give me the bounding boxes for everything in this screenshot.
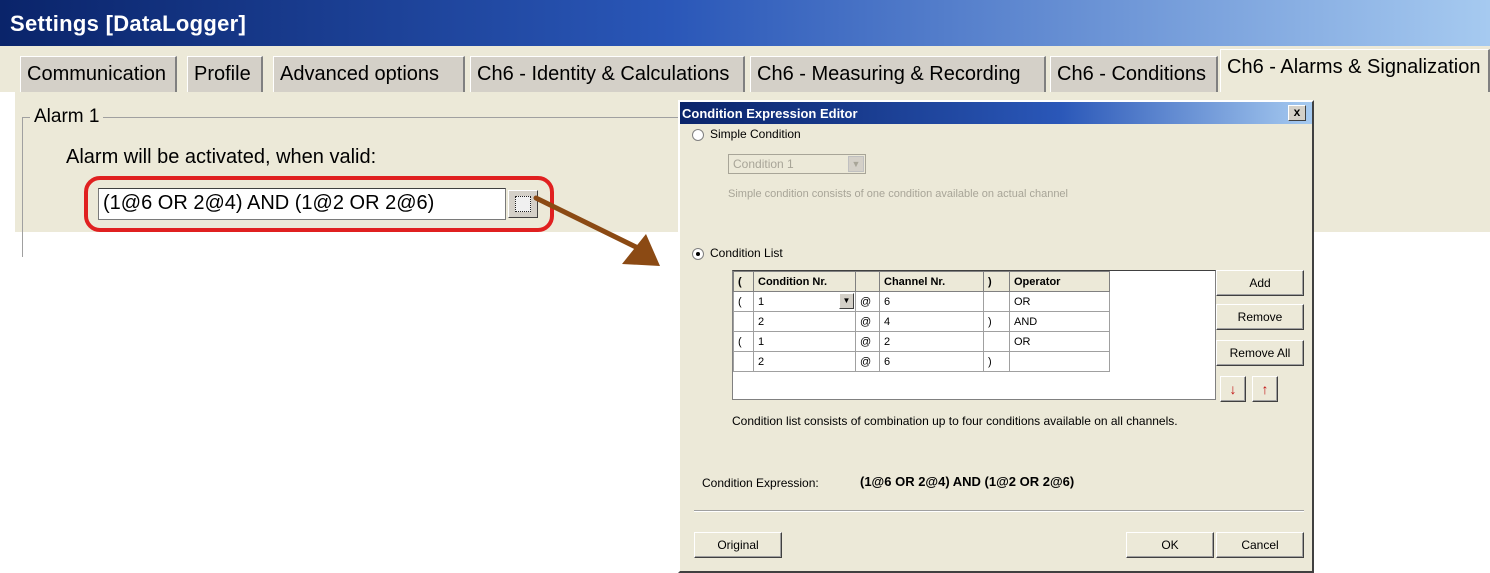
cell-channel-nr[interactable]: 4 bbox=[879, 311, 984, 332]
cell-channel-nr[interactable]: 6 bbox=[879, 291, 984, 312]
chevron-down-icon[interactable]: ▼ bbox=[839, 293, 854, 309]
simple-condition-label: Simple Condition bbox=[710, 127, 801, 141]
simple-condition-combo[interactable]: Condition 1 ▼ bbox=[728, 154, 866, 174]
alarm-activation-label: Alarm will be activated, when valid: bbox=[66, 146, 377, 168]
condition-list-label: Condition List bbox=[710, 246, 783, 260]
cell-at: @ bbox=[855, 351, 880, 372]
cell-channel-nr[interactable]: 6 bbox=[879, 351, 984, 372]
divider bbox=[694, 510, 1304, 512]
condition-expression-value: (1@6 OR 2@4) AND (1@2 OR 2@6) bbox=[860, 474, 1075, 489]
tab-ch6-identity-calculations[interactable]: Ch6 - Identity & Calculations bbox=[470, 56, 745, 92]
column-header-close-paren: ) bbox=[983, 271, 1010, 292]
cell-close-paren[interactable]: ) bbox=[983, 311, 1010, 332]
table-row[interactable]: 2 @ 6 ) bbox=[733, 351, 1110, 372]
cell-operator[interactable]: OR bbox=[1009, 331, 1110, 352]
cell-at: @ bbox=[855, 311, 880, 332]
tab-communication[interactable]: Communication bbox=[20, 56, 177, 92]
tab-strip: Communication Profile Advanced options C… bbox=[0, 46, 1490, 92]
tab-ch6-measuring-recording[interactable]: Ch6 - Measuring & Recording bbox=[750, 56, 1046, 92]
column-header-channel-nr: Channel Nr. bbox=[879, 271, 984, 292]
cell-at: @ bbox=[855, 331, 880, 352]
cell-open-paren[interactable] bbox=[733, 351, 754, 372]
cell-condition-nr[interactable]: 2 bbox=[753, 311, 856, 332]
condition-list-note: Condition list consists of combination u… bbox=[732, 414, 1178, 428]
dialog-title: Condition Expression Editor bbox=[680, 102, 1312, 124]
cell-condition-nr-value: 1 bbox=[758, 295, 765, 308]
condition-list-radio[interactable] bbox=[692, 248, 704, 260]
tab-advanced-options[interactable]: Advanced options bbox=[273, 56, 465, 92]
cell-close-paren[interactable] bbox=[983, 331, 1010, 352]
cancel-button[interactable]: Cancel bbox=[1216, 532, 1304, 558]
arrow-up-icon: ↑ bbox=[1261, 381, 1269, 397]
cell-channel-nr[interactable]: 2 bbox=[879, 331, 984, 352]
window-title: Settings [DataLogger] bbox=[0, 0, 1490, 46]
arrow-down-icon: ↓ bbox=[1229, 381, 1237, 397]
cell-operator[interactable] bbox=[1009, 351, 1110, 372]
condition-expression-editor-dialog: Condition Expression Editor x Simple Con… bbox=[678, 100, 1314, 573]
ok-button[interactable]: OK bbox=[1126, 532, 1214, 558]
condition-expression-label: Condition Expression: bbox=[702, 476, 819, 490]
tab-profile[interactable]: Profile bbox=[187, 56, 263, 92]
cell-close-paren[interactable]: ) bbox=[983, 351, 1010, 372]
column-header-open-paren: ( bbox=[733, 271, 754, 292]
cell-open-paren[interactable]: ( bbox=[733, 331, 754, 352]
close-button[interactable]: x bbox=[1288, 105, 1306, 121]
cell-open-paren[interactable]: ( bbox=[733, 291, 754, 312]
cell-close-paren[interactable] bbox=[983, 291, 1010, 312]
chevron-down-icon: ▼ bbox=[848, 156, 864, 172]
cell-condition-nr[interactable]: 1 bbox=[753, 331, 856, 352]
cell-at: @ bbox=[855, 291, 880, 312]
remove-all-button[interactable]: Remove All bbox=[1216, 340, 1304, 366]
move-down-button[interactable]: ↓ bbox=[1220, 376, 1246, 402]
condition-list-grid[interactable]: ( Condition Nr. Channel Nr. ) Operator (… bbox=[732, 270, 1216, 400]
simple-condition-combo-value: Condition 1 bbox=[733, 157, 794, 171]
cell-condition-nr[interactable]: 2 bbox=[753, 351, 856, 372]
tab-ch6-alarms-signalization[interactable]: Ch6 - Alarms & Signalization bbox=[1220, 49, 1490, 92]
cell-condition-nr[interactable]: 1 ▼ bbox=[753, 291, 856, 312]
tab-ch6-conditions[interactable]: Ch6 - Conditions bbox=[1050, 56, 1218, 92]
add-button[interactable]: Add bbox=[1216, 270, 1304, 296]
cell-open-paren[interactable] bbox=[733, 311, 754, 332]
table-row[interactable]: ( 1 @ 2 OR bbox=[733, 331, 1110, 352]
table-row[interactable]: ( 1 ▼ @ 6 OR bbox=[733, 291, 1110, 312]
simple-condition-radio[interactable] bbox=[692, 129, 704, 141]
highlight-outline bbox=[84, 176, 554, 232]
move-up-button[interactable]: ↑ bbox=[1252, 376, 1278, 402]
annotation-arrow bbox=[533, 195, 660, 266]
alarm-1-group-title: Alarm 1 bbox=[30, 106, 104, 128]
column-header-condition-nr: Condition Nr. bbox=[753, 271, 856, 292]
cell-operator[interactable]: OR bbox=[1009, 291, 1110, 312]
column-header-operator: Operator bbox=[1009, 271, 1110, 292]
remove-button[interactable]: Remove bbox=[1216, 304, 1304, 330]
table-row[interactable]: 2 @ 4 ) AND bbox=[733, 311, 1110, 332]
simple-condition-note: Simple condition consists of one conditi… bbox=[728, 188, 1068, 200]
grid-header-row: ( Condition Nr. Channel Nr. ) Operator bbox=[733, 271, 1110, 292]
column-header-at bbox=[855, 271, 880, 292]
original-button[interactable]: Original bbox=[694, 532, 782, 558]
cell-operator[interactable]: AND bbox=[1009, 311, 1110, 332]
